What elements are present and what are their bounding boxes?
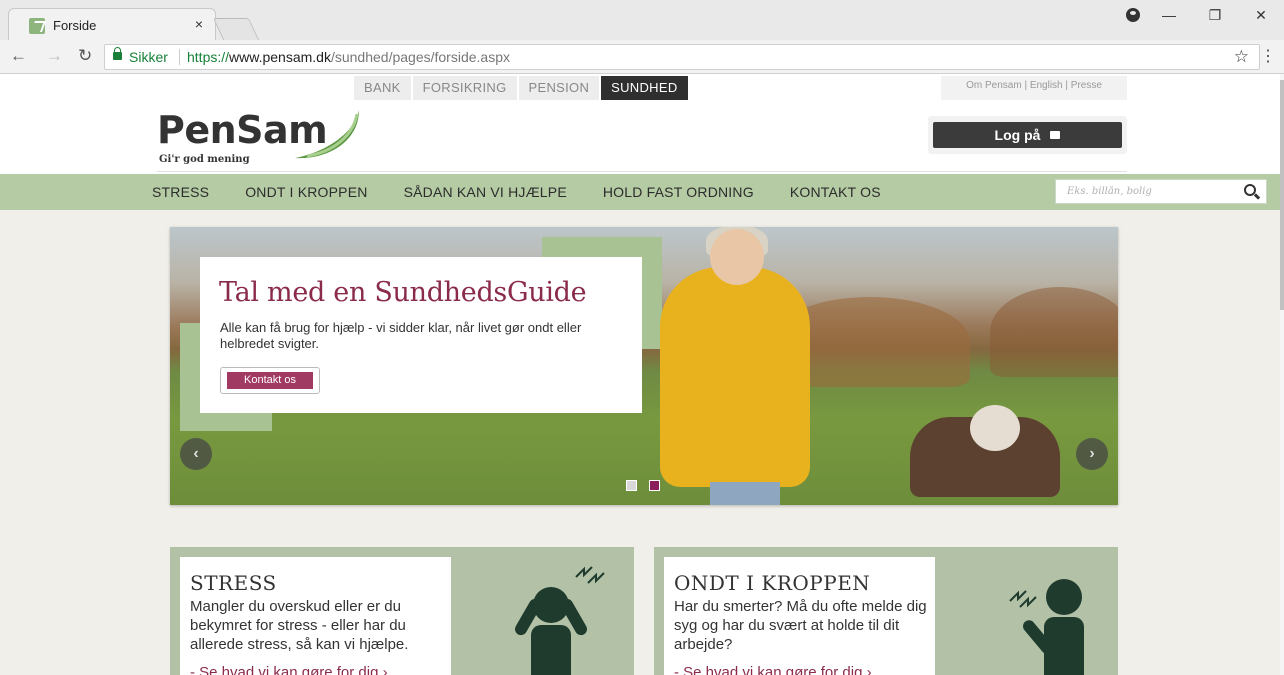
header-divider [157, 171, 1127, 172]
url-text[interactable]: https://www.pensam.dk/sundhed/pages/fors… [187, 49, 510, 65]
address-separator [179, 49, 180, 65]
ondt-card-text: Har du smerter? Må du ofte melde dig syg… [674, 598, 927, 653]
topnav-forsikring[interactable]: FORSIKRING [412, 76, 517, 100]
hero-button-wrapper: Kontakt os [220, 367, 320, 394]
hero-photo-face [710, 229, 764, 285]
carousel-dot-2[interactable] [649, 480, 660, 491]
logo-swoosh-icon [295, 110, 359, 159]
secure-label: Sikker [129, 49, 168, 65]
site-header: BANK FORSIKRING PENSION SUNDHED Om Pensa… [0, 74, 1280, 174]
topnav-bank[interactable]: BANK [354, 76, 411, 100]
close-window-button[interactable]: ✕ [1238, 0, 1284, 30]
stress-card-text: Mangler du overskud eller er du bekymret… [190, 598, 409, 653]
stress-zigzag-icon [575, 566, 605, 584]
ondt-card: ONDT I KROPPEN Har du smerter? Må du oft… [654, 547, 1118, 675]
window-controls: — ❐ ✕ [1146, 0, 1284, 30]
nav-item-ondt-i-kroppen[interactable]: ONDT I KROPPEN [245, 174, 367, 210]
pain-zigzag-icon [1009, 590, 1037, 608]
topnav-pension[interactable]: PENSION [518, 76, 600, 100]
stress-card-title: STRESS [190, 571, 277, 595]
hero-textbox: Tal med en SundhedsGuide Alle kan få bru… [200, 257, 642, 413]
search-box [1055, 179, 1267, 204]
url-scheme: https:// [187, 49, 230, 65]
pain-figure-head [1046, 579, 1082, 615]
browser-tab[interactable]: Forside × [8, 8, 216, 40]
hero-photo-dog-head [970, 405, 1020, 451]
address-bar[interactable]: Sikker https://www.pensam.dk/sundhed/pag… [104, 44, 1260, 70]
nav-item-stress[interactable]: STRESS [152, 174, 209, 210]
main-navigation: STRESS ONDT I KROPPEN SÅDAN KAN VI HJÆLP… [0, 174, 1280, 210]
stress-card: STRESS Mangler du overskud eller er du b… [170, 547, 634, 675]
login-box: Log på [928, 116, 1127, 154]
contact-button[interactable]: Kontakt os [227, 372, 313, 389]
url-path: /sundhed/pages/forside.aspx [330, 49, 510, 65]
site-favicon-icon [29, 18, 45, 34]
browser-toolbar: ← → ↻ Sikker https://www.pensam.dk/sundh… [0, 40, 1284, 74]
stress-card-link[interactable]: - Se hvad vi kan gøre for dig › [190, 664, 388, 675]
stress-card-content: STRESS Mangler du overskud eller er du b… [180, 557, 451, 675]
login-button[interactable]: Log på [933, 122, 1122, 148]
scrollbar-thumb[interactable] [1280, 80, 1284, 310]
nav-item-hold-fast-ordning[interactable]: HOLD FAST ORDNING [603, 174, 754, 210]
hero-photo-jeans [710, 482, 780, 505]
logo-tagline: Gi'r god mening [159, 154, 250, 165]
tab-title: Forside [53, 18, 97, 33]
utility-links[interactable]: Om Pensam | English | Presse [941, 76, 1127, 100]
carousel-next-icon[interactable]: › [1076, 438, 1108, 470]
ondt-card-link[interactable]: - Se hvad vi kan gøre for dig › [674, 664, 872, 675]
tab-close-icon[interactable]: × [195, 16, 203, 32]
nav-item-kontakt-os[interactable]: KONTAKT OS [790, 174, 881, 210]
hero-background-trees-2 [990, 287, 1118, 377]
main-nav-items: STRESS ONDT I KROPPEN SÅDAN KAN VI HJÆLP… [152, 174, 917, 210]
url-host: www.pensam.dk [229, 49, 331, 65]
nav-item-saadan-kan-vi-hjaelpe[interactable]: SÅDAN KAN VI HJÆLPE [404, 174, 567, 210]
top-navigation: BANK FORSIKRING PENSION SUNDHED [354, 76, 690, 100]
carousel-dot-1[interactable] [626, 480, 637, 491]
profile-icon[interactable] [1126, 8, 1140, 22]
bookmark-star-icon[interactable]: ☆ [1234, 47, 1249, 67]
ondt-card-content: ONDT I KROPPEN Har du smerter? Må du oft… [664, 557, 935, 675]
topnav-sundhed[interactable]: SUNDHED [601, 76, 688, 100]
browser-menu-icon[interactable]: ⋮ [1260, 46, 1276, 66]
carousel-prev-icon[interactable]: ‹ [180, 438, 212, 470]
stress-figure-head [533, 587, 569, 623]
restore-button[interactable]: ❐ [1192, 0, 1238, 30]
hero-carousel: Tal med en SundhedsGuide Alle kan få bru… [170, 227, 1118, 505]
page-scrollbar[interactable] [1280, 74, 1284, 675]
minimize-button[interactable]: — [1146, 0, 1192, 30]
pensam-logo[interactable]: PenSam Gi'r god mening [157, 108, 359, 165]
back-arrow-icon[interactable]: ← [10, 46, 27, 66]
hero-photo-woman [660, 267, 810, 487]
login-lock-icon [1050, 131, 1061, 139]
secure-lock-icon [113, 47, 122, 60]
search-icon[interactable] [1244, 184, 1256, 196]
hero-title: Tal med en SundhedsGuide [219, 277, 587, 308]
page-viewport: BANK FORSIKRING PENSION SUNDHED Om Pensa… [0, 74, 1284, 675]
search-input[interactable] [1056, 180, 1236, 203]
hero-text: Alle kan få brug for hjælp - vi sidder k… [220, 320, 582, 351]
login-label: Log på [994, 127, 1041, 143]
browser-tabbar: Forside × — ❐ ✕ [0, 0, 1284, 40]
new-tab-button[interactable] [212, 18, 260, 40]
ondt-card-title: ONDT I KROPPEN [674, 571, 871, 595]
reload-icon[interactable]: ↻ [78, 46, 92, 66]
forward-arrow-icon[interactable]: → [46, 46, 63, 66]
stress-figure-body [531, 625, 571, 675]
